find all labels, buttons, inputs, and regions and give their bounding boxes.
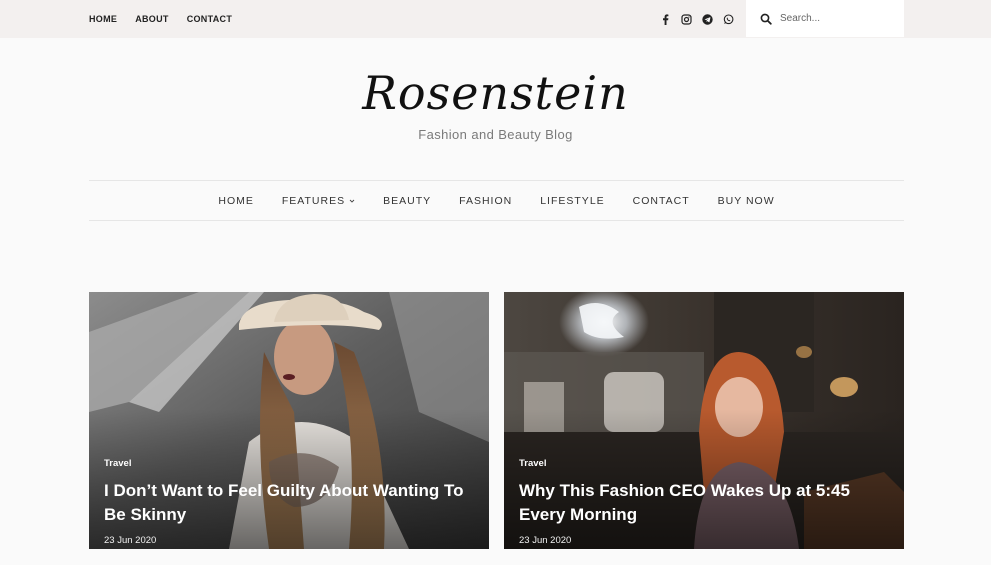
post-card[interactable]: Travel I Don’t Want to Feel Guilty About… — [89, 292, 489, 549]
nav-label: LIFESTYLE — [540, 194, 605, 207]
main-nav: HOME FEATURES BEAUTY FASHION LIFESTYLE C… — [89, 180, 904, 221]
search-box — [746, 0, 904, 37]
post-title[interactable]: I Don’t Want to Feel Guilty About Wantin… — [104, 479, 474, 527]
nav-label: HOME — [218, 194, 254, 207]
post-category[interactable]: Travel — [104, 458, 131, 469]
nav-label: FEATURES — [281, 194, 346, 207]
nav-label: FASHION — [459, 194, 513, 207]
nav-item-home[interactable]: HOME — [218, 195, 254, 207]
nav-item-features[interactable]: FEATURES — [282, 195, 355, 207]
search-input[interactable] — [778, 12, 902, 25]
post-card[interactable]: Travel Why This Fashion CEO Wakes Up at … — [504, 292, 904, 549]
social-links — [660, 0, 734, 38]
top-nav-contact[interactable]: CONTACT — [187, 14, 232, 24]
top-nav: HOME ABOUT CONTACT — [89, 0, 232, 38]
nav-item-fashion[interactable]: FASHION — [459, 195, 512, 207]
nav-item-contact[interactable]: CONTACT — [633, 195, 690, 207]
post-date: 23 Jun 2020 — [519, 535, 572, 546]
top-bar: HOME ABOUT CONTACT — [0, 0, 991, 38]
telegram-icon[interactable] — [702, 13, 713, 25]
nav-label: BEAUTY — [383, 194, 432, 207]
top-nav-home[interactable]: HOME — [89, 14, 117, 24]
post-date: 23 Jun 2020 — [104, 535, 157, 546]
site-tagline: Fashion and Beauty Blog — [418, 127, 573, 142]
nav-item-buy-now[interactable]: BUY NOW — [718, 195, 775, 207]
facebook-icon[interactable] — [660, 13, 671, 25]
post-category[interactable]: Travel — [519, 458, 546, 469]
site-logo[interactable]: Rosenstein — [0, 66, 991, 120]
nav-item-beauty[interactable]: BEAUTY — [383, 195, 431, 207]
nav-label: BUY NOW — [717, 194, 775, 207]
search-icon[interactable] — [760, 13, 772, 25]
instagram-icon[interactable] — [681, 13, 692, 25]
nav-label: CONTACT — [632, 194, 690, 207]
top-nav-about[interactable]: ABOUT — [135, 14, 169, 24]
whatsapp-icon[interactable] — [723, 13, 734, 25]
chevron-down-icon — [349, 198, 355, 204]
nav-item-lifestyle[interactable]: LIFESTYLE — [540, 195, 604, 207]
post-title[interactable]: Why This Fashion CEO Wakes Up at 5:45 Ev… — [519, 479, 889, 527]
